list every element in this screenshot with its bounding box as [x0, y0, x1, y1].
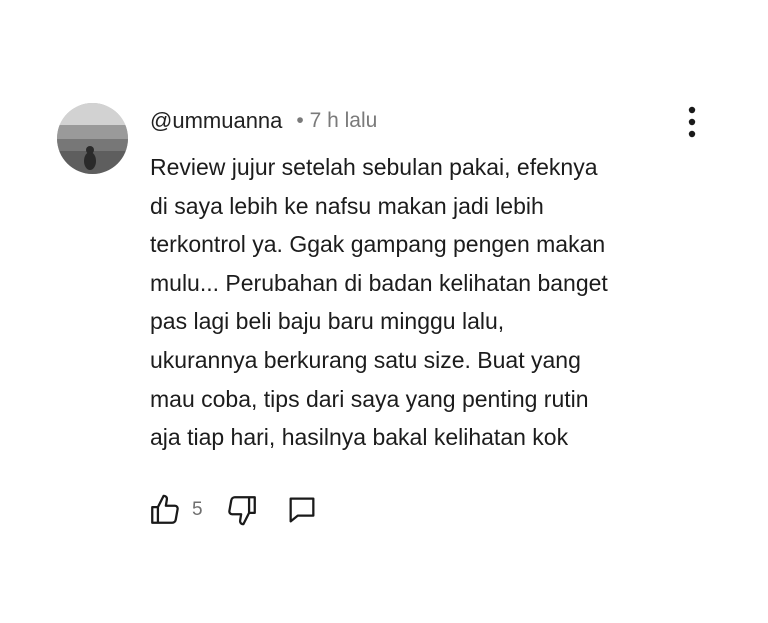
avatar-image	[57, 103, 128, 174]
comment-icon	[289, 497, 315, 523]
like-count: 5	[192, 499, 203, 520]
comment-actions: 5	[148, 492, 319, 528]
dislike-button[interactable]	[225, 493, 259, 527]
avatar[interactable]	[57, 103, 128, 174]
thumbs-down-icon	[227, 496, 256, 526]
like-button[interactable]	[148, 493, 182, 527]
reply-button[interactable]	[285, 493, 319, 527]
author-name[interactable]: @ummuanna	[150, 108, 282, 134]
thumbs-up-icon	[151, 494, 179, 524]
comment-timestamp[interactable]: • 7 h lalu	[296, 109, 377, 133]
comment-item: @ummuanna • 7 h lalu Review jujur setela…	[0, 0, 768, 623]
comment-text: Review jujur setelah sebulan pakai, efek…	[150, 154, 608, 451]
more-options-button[interactable]	[682, 104, 702, 140]
comment-header: @ummuanna • 7 h lalu	[150, 108, 377, 134]
more-vert-icon	[688, 106, 696, 138]
